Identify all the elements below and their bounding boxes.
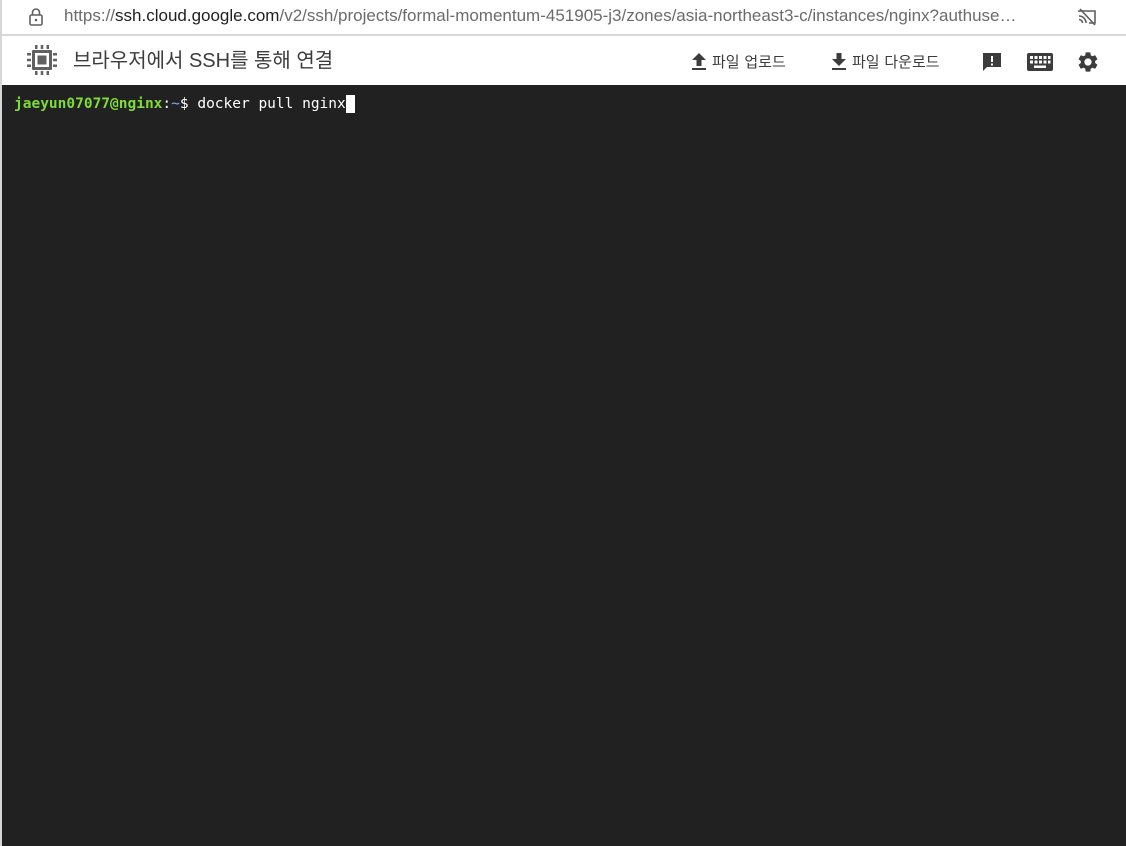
prompt-path: ~ — [171, 96, 180, 112]
terminal-command: docker pull nginx — [197, 96, 346, 112]
terminal[interactable]: jaeyun07077@nginx:~$ docker pull nginx — [2, 85, 1126, 846]
chip-icon — [27, 45, 57, 75]
address-bar[interactable]: https://ssh.cloud.google.com/v2/ssh/proj… — [2, 0, 1126, 33]
url-text[interactable]: https://ssh.cloud.google.com/v2/ssh/proj… — [64, 6, 1064, 26]
terminal-line: jaeyun07077@nginx:~$ docker pull nginx — [14, 95, 1126, 113]
upload-icon — [692, 53, 706, 70]
keyboard-icon[interactable] — [1026, 52, 1054, 72]
upload-file-button[interactable]: 파일 업로드 — [690, 48, 786, 74]
prompt-colon: : — [162, 96, 172, 112]
upload-file-label: 파일 업로드 — [712, 52, 786, 71]
url-prefix: https:// — [64, 6, 116, 25]
download-file-button[interactable]: 파일 다운로드 — [830, 48, 940, 74]
gear-icon[interactable] — [1076, 50, 1100, 74]
prompt-symbol: $ — [179, 96, 198, 112]
page-title: 브라우저에서 SSH를 통해 연결 — [73, 50, 334, 72]
url-path: /v2/ssh/projects/formal-momentum-451905-… — [279, 6, 1017, 25]
lock-icon[interactable] — [26, 7, 46, 27]
download-icon — [832, 53, 846, 70]
cast-off-icon[interactable] — [1076, 7, 1098, 27]
ssh-toolbar: 브라우저에서 SSH를 통해 연결 파일 업로드 파일 다운로드 — [2, 36, 1126, 85]
url-host: ssh.cloud.google.com — [115, 6, 280, 25]
browser-window: https://ssh.cloud.google.com/v2/ssh/proj… — [0, 0, 1126, 846]
terminal-cursor — [345, 95, 355, 113]
prompt-user-host: jaeyun07077@nginx — [14, 96, 163, 112]
feedback-icon[interactable] — [981, 51, 1003, 73]
download-file-label: 파일 다운로드 — [852, 52, 940, 71]
